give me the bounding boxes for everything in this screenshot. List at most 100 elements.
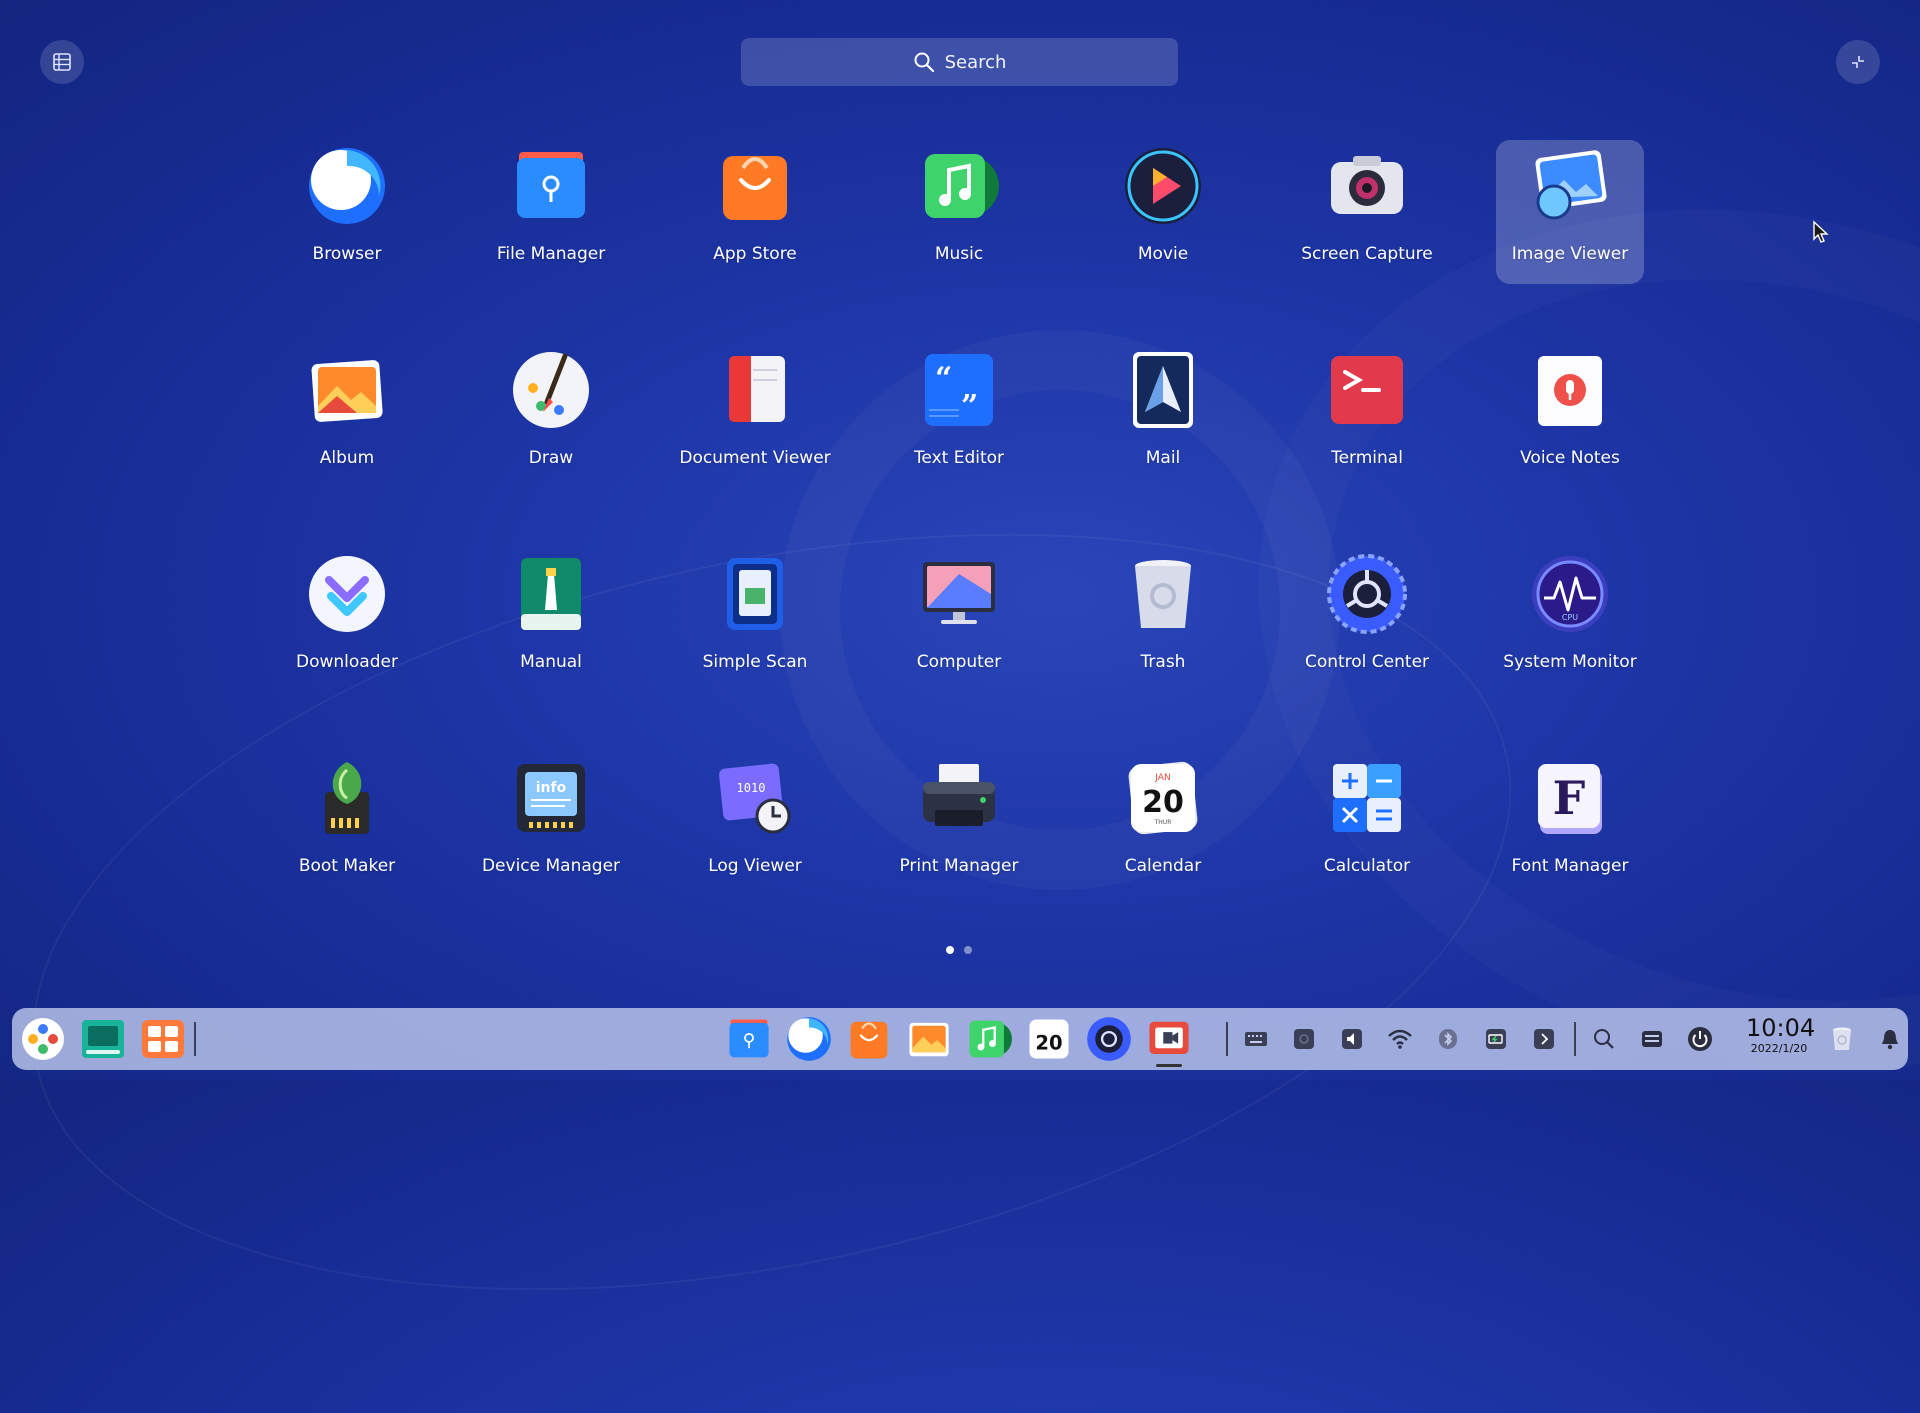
tray-power[interactable]	[1682, 1021, 1718, 1057]
mail-icon	[1133, 352, 1193, 428]
app-boot-maker[interactable]: Boot Maker	[273, 752, 421, 896]
app-document-viewer[interactable]: Document Viewer	[679, 344, 831, 488]
manual-icon	[521, 558, 581, 630]
app-simple-scan[interactable]: Simple Scan	[681, 548, 829, 692]
tray-keyboard[interactable]	[1238, 1021, 1274, 1057]
tray-battery[interactable]	[1478, 1021, 1514, 1057]
dock-separator	[1226, 1022, 1228, 1056]
log-viewer-icon: 1010	[719, 763, 791, 834]
app-mail[interactable]: Mail	[1089, 344, 1237, 488]
app-text-editor[interactable]: “ ” Text Editor	[885, 344, 1033, 488]
tray-wifi[interactable]	[1382, 1021, 1418, 1057]
tray-record[interactable]	[1286, 1021, 1322, 1057]
text-editor-icon: “ ”	[925, 354, 993, 426]
trash-icon	[1135, 560, 1191, 628]
workspace-icon	[142, 1020, 184, 1058]
bell-icon	[1882, 1030, 1898, 1050]
browser-icon	[309, 148, 385, 224]
computer-icon	[923, 562, 995, 624]
album-icon	[311, 360, 383, 422]
app-file-manager[interactable]: File Manager	[477, 140, 625, 284]
dock-music[interactable]	[966, 1016, 1012, 1062]
app-label: File Manager	[496, 244, 606, 264]
app-screen-capture[interactable]: Screen Capture	[1293, 140, 1441, 284]
app-label: Log Viewer	[708, 856, 802, 876]
svg-text:CPU: CPU	[1562, 613, 1578, 622]
music-icon	[969, 1020, 1012, 1058]
app-label: Print Manager	[899, 856, 1019, 876]
app-computer[interactable]: Computer	[885, 548, 1033, 692]
app-control-center[interactable]: Control Center	[1293, 548, 1441, 692]
app-font-manager[interactable]: F Font Manager	[1496, 752, 1644, 896]
dock-file-manager[interactable]	[726, 1016, 772, 1062]
app-browser[interactable]: Browser	[273, 140, 421, 284]
dock-calendar[interactable]: 20	[1026, 1016, 1072, 1062]
tray-volume[interactable]	[1334, 1021, 1370, 1057]
app-calendar[interactable]: JAN 20 THUR Calendar	[1089, 752, 1237, 896]
app-label: Calendar	[1124, 856, 1202, 876]
tray-expand[interactable]	[1526, 1021, 1562, 1057]
tray-notifications[interactable]	[1872, 1021, 1908, 1057]
app-log-viewer[interactable]: 1010 Log Viewer	[681, 752, 829, 896]
system-monitor-icon: CPU	[1532, 556, 1608, 632]
trash-icon	[1833, 1027, 1851, 1050]
tray-onboard-keyboard[interactable]	[1634, 1021, 1670, 1057]
dock-browser[interactable]	[786, 1016, 832, 1062]
print-manager-icon	[923, 764, 995, 826]
control-center-icon	[1327, 554, 1407, 634]
document-viewer-icon	[729, 356, 785, 422]
multitasking-button[interactable]	[80, 1016, 126, 1062]
tray-bluetooth[interactable]	[1430, 1021, 1466, 1057]
app-trash[interactable]: Trash	[1089, 548, 1237, 692]
app-system-monitor[interactable]: CPU System Monitor	[1496, 548, 1644, 692]
power-icon	[1688, 1027, 1712, 1051]
calendar-icon: JAN 20 THUR	[1128, 761, 1198, 835]
app-downloader[interactable]: Downloader	[273, 548, 421, 692]
page-indicator	[946, 946, 972, 954]
voice-notes-icon	[1538, 356, 1602, 426]
page-dot-2[interactable]	[964, 946, 972, 954]
page-dot-1[interactable]	[946, 946, 954, 954]
font-manager-icon: F	[1538, 764, 1602, 834]
launcher-icon	[22, 1018, 64, 1060]
keyboard-icon	[1245, 1032, 1267, 1046]
battery-icon	[1486, 1029, 1506, 1049]
app-movie[interactable]: Movie	[1089, 140, 1237, 284]
app-album[interactable]: Album	[273, 344, 421, 488]
svg-text:1010: 1010	[737, 781, 766, 795]
bluetooth-icon	[1439, 1029, 1457, 1049]
dock-control-center[interactable]	[1086, 1016, 1132, 1062]
app-terminal[interactable]: Terminal	[1293, 344, 1441, 488]
dock-app-store[interactable]	[846, 1016, 892, 1062]
app-device-manager[interactable]: info Device Manager	[477, 752, 625, 896]
movie-icon	[1125, 148, 1201, 224]
browser-icon	[787, 1017, 831, 1061]
device-manager-icon: info	[517, 764, 585, 832]
app-manual[interactable]: Manual	[477, 548, 625, 692]
app-label: Document Viewer	[679, 448, 831, 468]
tray-trash[interactable]	[1824, 1021, 1860, 1057]
app-app-store[interactable]: App Store	[681, 140, 829, 284]
app-label: Calculator	[1323, 856, 1411, 876]
clock[interactable]: 10:04 2022/1/20	[1746, 1014, 1815, 1056]
app-draw[interactable]: Draw	[477, 344, 625, 488]
app-label: Boot Maker	[298, 856, 396, 876]
multitasking-icon	[82, 1020, 124, 1058]
mouse-cursor-icon	[1813, 220, 1829, 243]
app-label: Font Manager	[1511, 856, 1629, 876]
app-calculator[interactable]: Calculator	[1293, 752, 1441, 896]
app-image-viewer[interactable]: Image Viewer	[1496, 140, 1644, 284]
workspace-button[interactable]	[140, 1016, 186, 1062]
downloader-icon	[309, 556, 385, 632]
app-print-manager[interactable]: Print Manager	[885, 752, 1033, 896]
dock-album[interactable]	[906, 1016, 952, 1062]
app-label: Browser	[312, 244, 382, 264]
image-viewer-icon	[1535, 150, 1607, 220]
app-voice-notes[interactable]: Voice Notes	[1496, 344, 1644, 488]
launcher-button[interactable]	[20, 1016, 66, 1062]
draw-icon	[513, 352, 589, 428]
app-music[interactable]: Music	[885, 140, 1033, 284]
dock-screen-recorder[interactable]	[1146, 1016, 1192, 1062]
calendar-icon: 20	[1029, 1019, 1069, 1059]
tray-search[interactable]	[1586, 1021, 1622, 1057]
